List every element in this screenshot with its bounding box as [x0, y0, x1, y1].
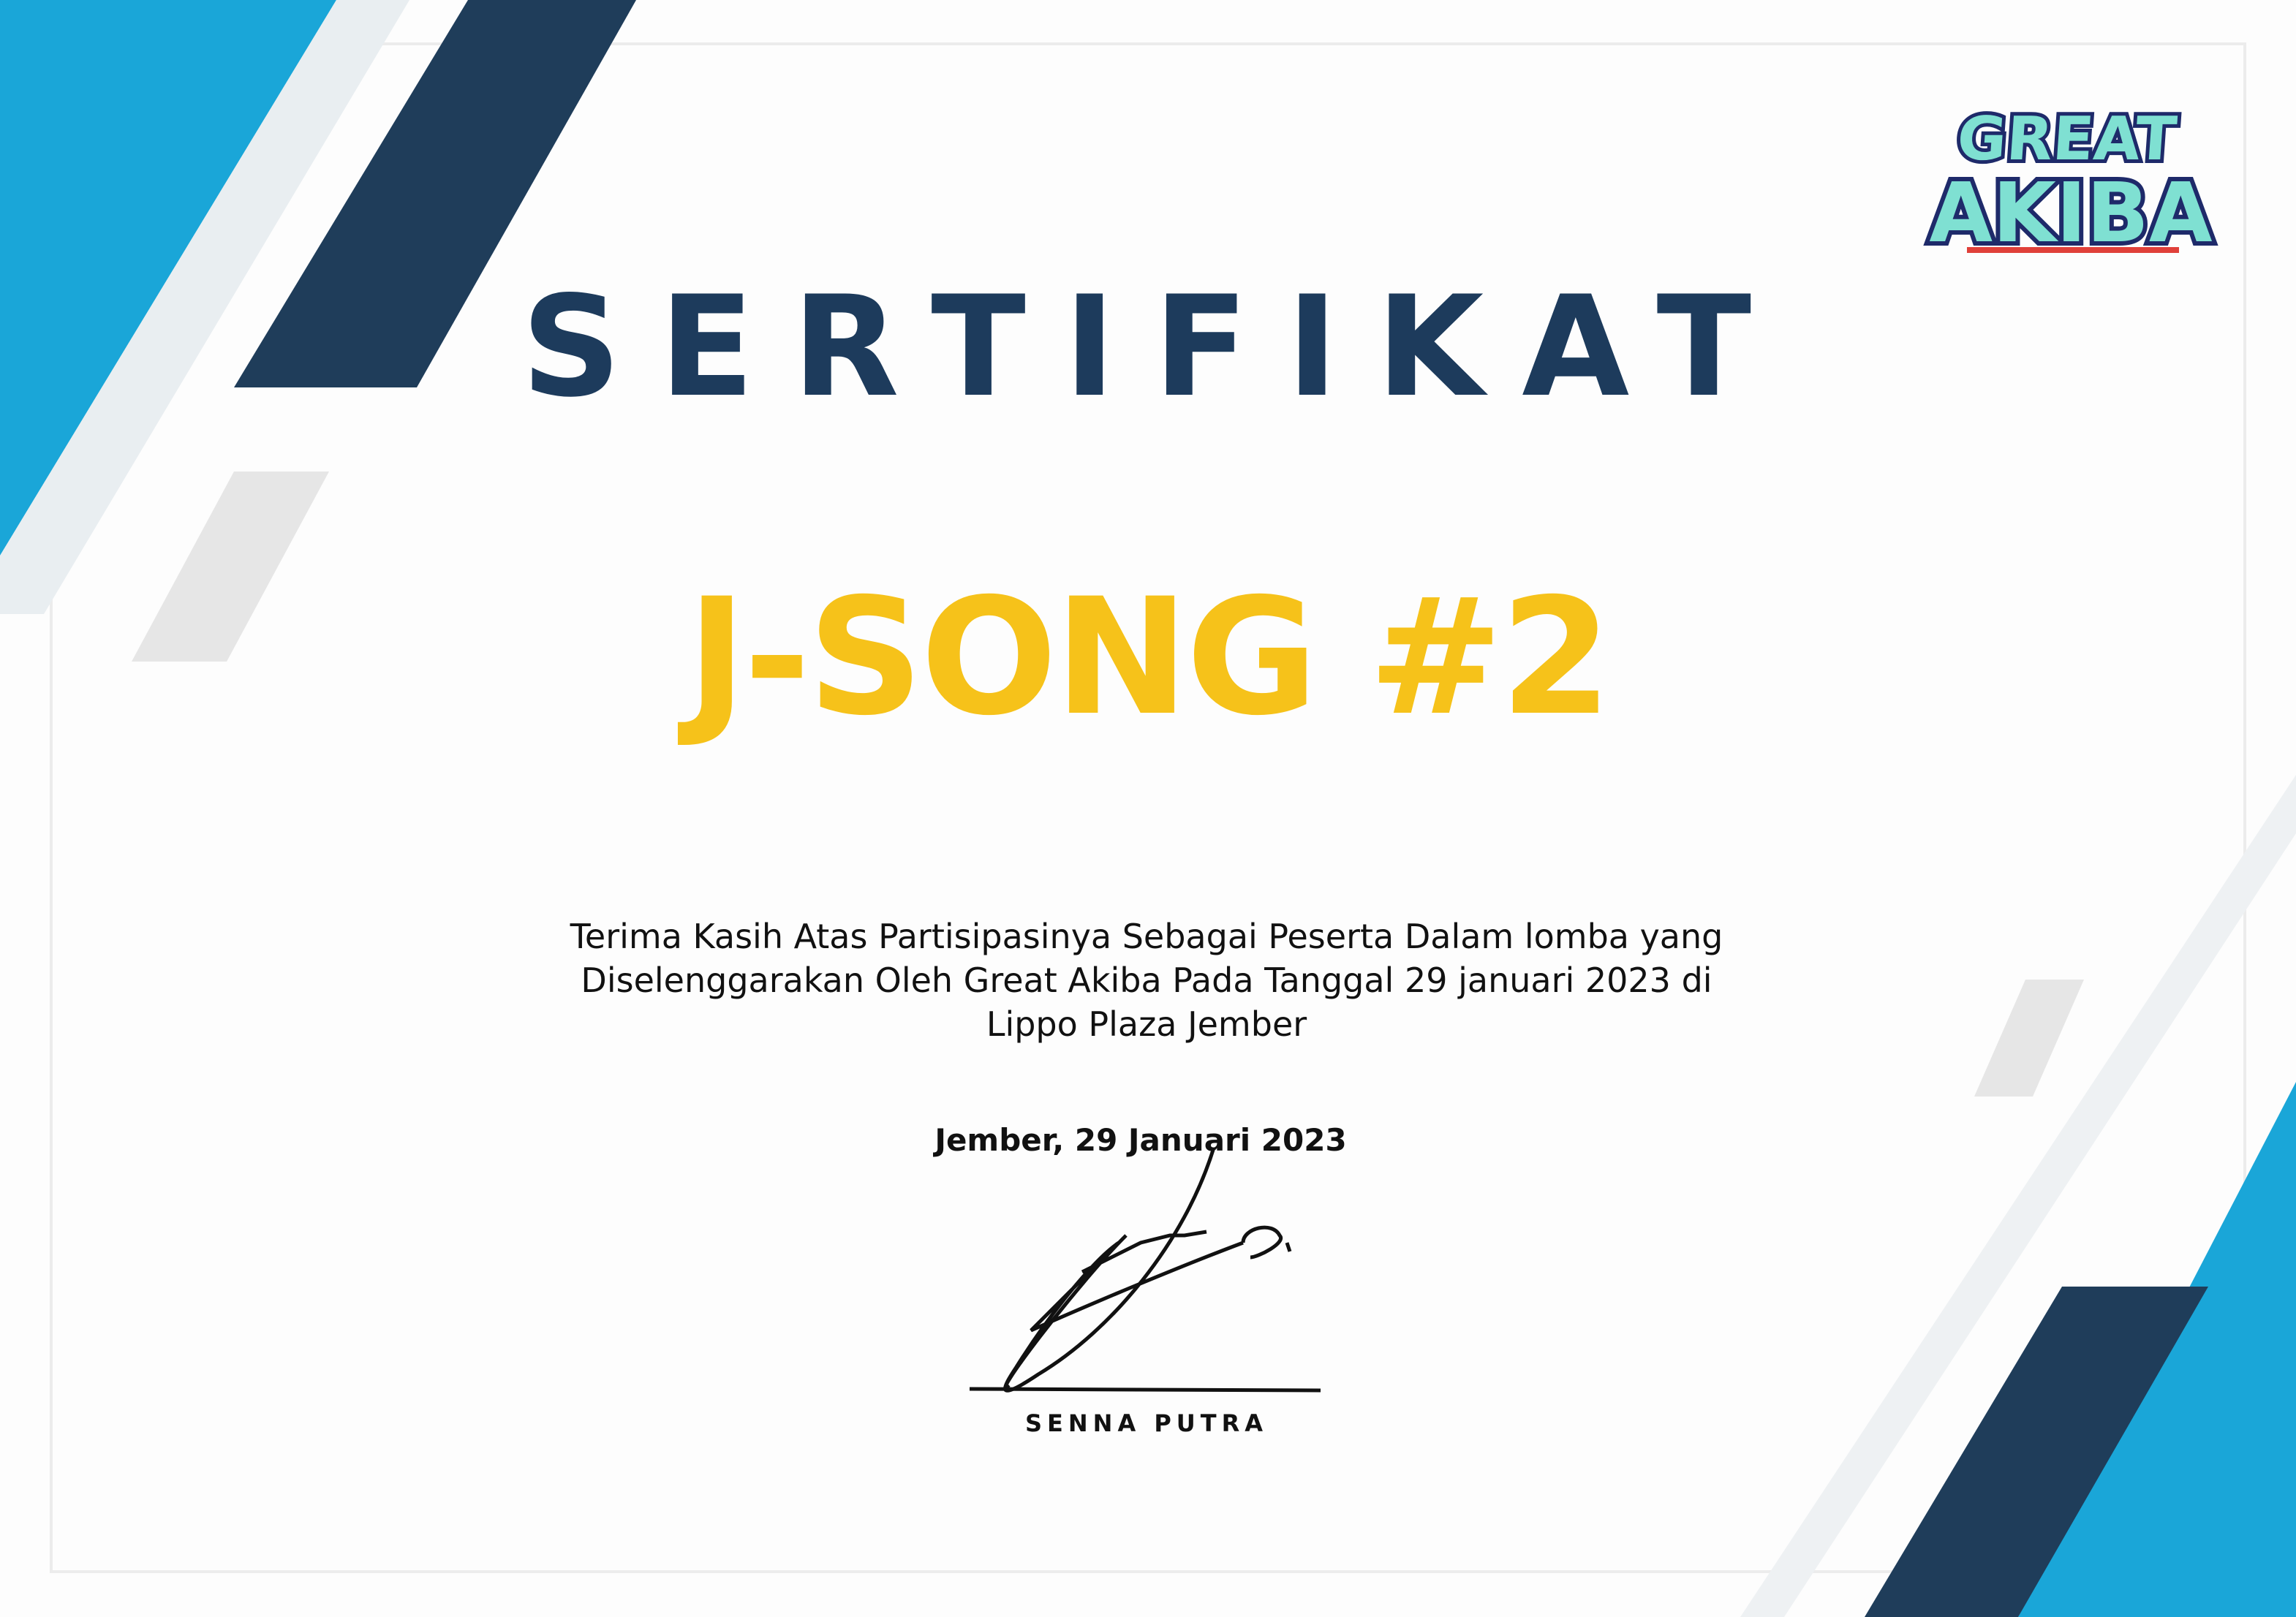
signatory-name: SENNA PUTRA: [1025, 1409, 1268, 1437]
logo-red-underline: [1967, 247, 2179, 253]
certificate: GREAT AKIBA SERTIFIKAT J-SONG #2 Terima …: [0, 0, 2296, 1617]
svg-text:AKIBA: AKIBA: [1929, 166, 2213, 261]
message-line-3: Lippo Plaza Jember: [986, 1004, 1307, 1044]
place-date: Jember, 29 Januari 2023: [932, 1122, 1346, 1158]
message-line-1: Terima Kasih Atas Partisipasinya Sebagai…: [570, 917, 1723, 956]
svg-text:GREAT: GREAT: [1955, 105, 2179, 174]
message-line-2: Diselenggarakan Oleh Great Akiba Pada Ta…: [581, 961, 1712, 1000]
great-akiba-logo: GREAT AKIBA: [1925, 101, 2217, 265]
certificate-title: SERTIFIKAT: [521, 266, 1789, 428]
event-name: J-SONG #2: [677, 564, 1609, 751]
signature-line: [969, 1387, 1321, 1393]
